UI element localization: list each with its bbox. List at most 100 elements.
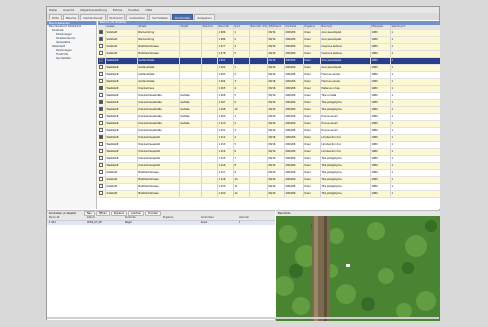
checkbox[interactable]	[99, 100, 103, 104]
column-header[interactable]: Kontrolle	[123, 216, 161, 220]
table-row[interactable]: Südstadt Breitheimstrasse 1 019 11 08/16 2009…	[98, 183, 440, 191]
checkbox[interactable]	[99, 128, 103, 132]
column-header[interactable]: Ergebnis	[161, 216, 199, 220]
tab-1[interactable]: Bäume	[62, 14, 80, 20]
menu-item[interactable]: Datei	[49, 8, 57, 12]
checkbox[interactable]	[99, 107, 103, 111]
row-checkbox[interactable]	[98, 127, 106, 135]
table-row[interactable]: Weststadt Krankenhaus 1 005 4 08/16 2009/06 Kr…	[98, 85, 440, 93]
row-checkbox[interactable]	[98, 99, 106, 107]
row-checkbox[interactable]	[98, 183, 106, 191]
tab-4[interactable]: Gutachten	[126, 14, 149, 20]
row-checkbox[interactable]	[98, 106, 106, 114]
tab-6[interactable]: Kontrollen	[172, 14, 194, 20]
checkbox[interactable]	[99, 142, 103, 146]
row-checkbox[interactable]	[98, 169, 106, 177]
tab-3[interactable]: Protokoll	[106, 14, 126, 20]
table-row[interactable]: Weststadt Krankenhausplatz 1 013 5 08/16 2009…	[98, 141, 440, 149]
row-checkbox[interactable]	[98, 141, 106, 149]
row-checkbox[interactable]	[98, 134, 106, 142]
menu-item[interactable]: Ansicht	[63, 8, 74, 12]
menu-item[interactable]: Objektverwaltung	[80, 8, 107, 12]
row-checkbox[interactable]	[98, 29, 106, 37]
row-checkbox[interactable]	[98, 85, 106, 93]
checkbox[interactable]	[99, 163, 103, 167]
table-row[interactable]: Südstadt Breitheimstrasse 1 018 10 08/16 2009…	[98, 176, 440, 184]
row-checkbox[interactable]	[98, 176, 106, 184]
cell-gebiet: Weststadt	[105, 127, 138, 135]
checkbox[interactable]	[99, 93, 103, 97]
checkbox[interactable]	[99, 184, 103, 188]
row-checkbox[interactable]	[98, 57, 106, 65]
column-header[interactable]: Baum-Nr.	[47, 216, 85, 220]
menu-item[interactable]: Hilfe	[145, 8, 152, 12]
table-row[interactable]: Weststadt Krankenhausplatz 1 012 4 08/16 2009…	[98, 134, 440, 142]
row-checkbox[interactable]	[98, 190, 106, 198]
table-row[interactable]: Weststadt Krankenhausplatz 1 014 6 08/16 2009…	[98, 148, 440, 156]
row-checkbox[interactable]	[98, 120, 106, 128]
tab-0[interactable]: Hilfe	[49, 14, 62, 20]
column-header[interactable]: Datum	[85, 216, 123, 220]
column-header[interactable]: Kontrolleur	[199, 216, 237, 220]
row-checkbox[interactable]	[98, 64, 106, 72]
table-row[interactable]: Weststadt Krankenhausstraße Gehalle 1 009 1 0…	[98, 113, 440, 121]
table-row[interactable]: Südstadt Breitheimstrasse 1 978 5 08/16 2009/…	[98, 50, 440, 58]
table-row[interactable]: Südstadt Breitheimstrasse 1 977 4 08/16 2009/…	[98, 43, 440, 51]
row-checkbox[interactable]	[98, 155, 106, 163]
row-checkbox[interactable]	[98, 36, 106, 44]
tab-bar: Hilfe Bäume Kartendienst Protokoll Gutachten…	[47, 13, 439, 20]
tab-7[interactable]: Aufgaben	[194, 14, 215, 20]
checkbox[interactable]	[99, 135, 103, 139]
checkbox[interactable]	[99, 44, 103, 48]
table-row[interactable]: Weststadt Gartenstraße 1 004 3 08/16 2009/06 K…	[98, 78, 440, 86]
row-checkbox[interactable]	[98, 113, 106, 121]
cell-nr: 1 003	[217, 71, 234, 79]
table-row[interactable]: Weststadt Gartenstraße 1 002 1 08/16 2009/06 K…	[98, 64, 440, 72]
table-row[interactable]: 1 001 2009_07_08 Regel Kraul 1	[47, 221, 275, 225]
checkbox[interactable]	[99, 65, 103, 69]
row-checkbox[interactable]	[98, 43, 106, 51]
checkbox[interactable]	[99, 58, 103, 62]
table-row[interactable]: Südstadt Breitheimstrasse 1 017 9 08/16 2009/…	[98, 169, 440, 177]
checkbox[interactable]	[99, 37, 103, 41]
cell-umf: 1	[390, 106, 440, 114]
tab-5[interactable]: Sachdaten	[149, 14, 172, 20]
table-row[interactable]: Weststadt Krankenhausstraße Gehalle 1 010 2 0…	[98, 120, 440, 128]
checkbox[interactable]	[99, 177, 103, 181]
row-checkbox[interactable]	[98, 71, 106, 79]
row-checkbox[interactable]	[98, 78, 106, 86]
checkbox[interactable]	[99, 86, 103, 90]
row-checkbox[interactable]	[98, 50, 106, 58]
checkbox[interactable]	[99, 191, 103, 195]
checkbox[interactable]	[99, 170, 103, 174]
table-row[interactable]: Südstadt Bismarckring 1 986 1 08/16 2009/06 Kr…	[98, 29, 440, 37]
tree-item[interactable]: Sportplätze	[47, 57, 96, 61]
row-checkbox[interactable]	[98, 148, 106, 156]
column-header[interactable]: Baum-Nr. Ortsteil	[249, 25, 268, 30]
table-row[interactable]: Weststadt Krankenhausstraße Gehalle 1 008 10…	[98, 106, 440, 114]
table-row[interactable]: Weststadt Krankenhausplatz 1 015 7 08/16 2009…	[98, 155, 440, 163]
tab-2[interactable]: Kartendienst	[80, 14, 106, 20]
row-checkbox[interactable]	[98, 92, 106, 100]
table-row[interactable]: Südstadt Breitheimstrasse 1 020 12 08/16 2009…	[98, 190, 440, 198]
table-row[interactable]: Weststadt Gartenstraße 1 003 2 08/16 2009/06 K…	[98, 71, 440, 79]
row-checkbox[interactable]	[98, 162, 106, 170]
table-row[interactable]: Weststadt Krankenhausstraße Gehalle 1 007 6 0…	[98, 99, 440, 107]
checkbox[interactable]	[99, 30, 103, 34]
checkbox[interactable]	[99, 72, 103, 76]
table-row[interactable]: Weststadt Krankenhausstraße 1 011 3 08/16 200…	[98, 127, 440, 135]
cell-nr: 1 017	[217, 169, 234, 177]
menu-item[interactable]: Extras	[113, 8, 122, 12]
checkbox[interactable]	[99, 149, 103, 153]
table-row[interactable]: Weststadt Gartenstraße 1 001 08/16 2009/06 Kr…	[98, 57, 440, 65]
checkbox[interactable]	[99, 51, 103, 55]
checkbox[interactable]	[99, 156, 103, 160]
table-row[interactable]: Weststadt Krankenhausplatz 1 016 8 08/16 2009…	[98, 162, 440, 170]
table-row[interactable]: Weststadt Krankenhausstraße Gehalle 1 006 5 0…	[98, 92, 440, 100]
table-row[interactable]: Südstadt Bismarckring 1 986 2 08/16 2009/06 Kr…	[98, 36, 440, 44]
checkbox[interactable]	[99, 114, 103, 118]
checkbox[interactable]	[99, 79, 103, 83]
column-header[interactable]: Intervall	[237, 216, 275, 220]
checkbox[interactable]	[99, 121, 103, 125]
menu-item[interactable]: Fenster	[128, 8, 139, 12]
